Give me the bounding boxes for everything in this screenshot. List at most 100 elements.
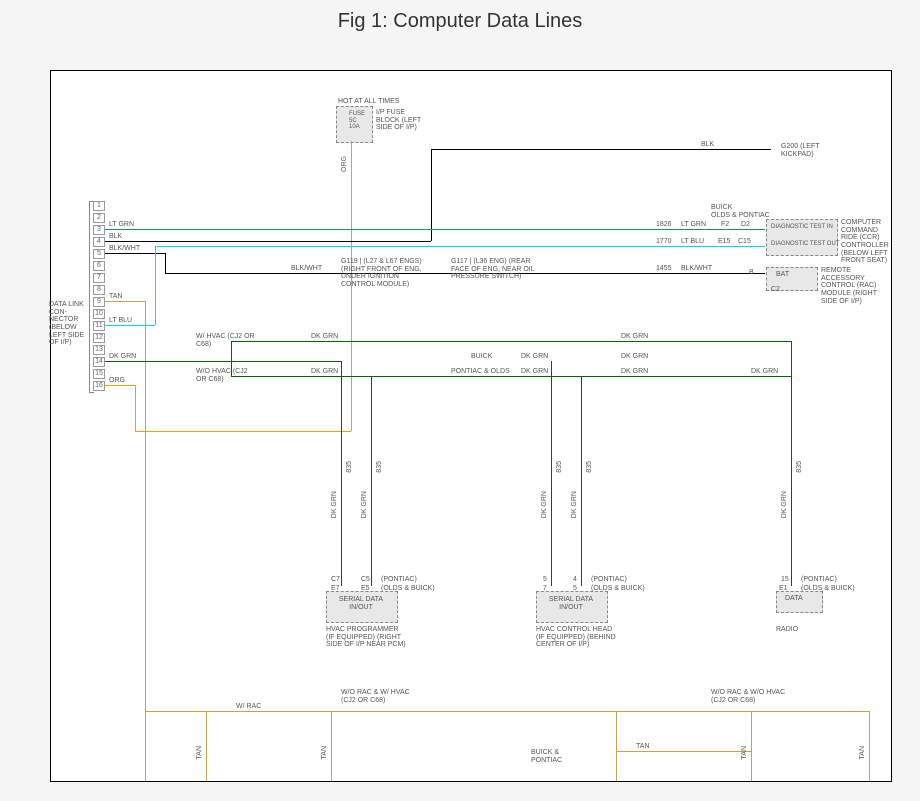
pin-c15: C15 xyxy=(738,238,751,246)
dlc-pin-13: 13 xyxy=(93,345,105,355)
dkgrn-m2: DK GRN xyxy=(521,368,548,376)
wire-ltblu xyxy=(105,325,155,326)
tan-hbot2 xyxy=(616,751,751,752)
ltgrn-lbl2: LT GRN xyxy=(681,221,706,229)
tan-vl1: TAN xyxy=(196,746,204,759)
dkgrn14-lbl: DK GRN xyxy=(109,353,136,361)
dlc-pin-15: 15 xyxy=(93,369,105,379)
hvac-head-lbl: HVAC CONTROL HEAD (IF EQUIPPED) (BEHIND … xyxy=(536,626,616,649)
wrac-lbl: W/ RAC xyxy=(236,703,261,711)
pin-15: 15 xyxy=(781,576,789,584)
dkgrn-m1: DK GRN xyxy=(521,353,548,361)
tan-hl: TAN xyxy=(636,743,649,751)
pin-5a: 5 xyxy=(543,576,547,584)
ltblu-lbl: LT BLU xyxy=(109,317,132,325)
pin-4: 4 xyxy=(573,576,577,584)
pontiac-2: (PONTIAC) xyxy=(591,576,627,584)
pontiac-1: (PONTIAC) xyxy=(381,576,417,584)
serial1: SERIAL DATA IN/OUT xyxy=(336,596,386,611)
dlc-pin-2: 2 xyxy=(93,213,105,223)
dlc-pin-11: 11 xyxy=(93,321,105,331)
pin-c7: C7 xyxy=(331,576,340,584)
dkgrn-vsplit xyxy=(231,341,232,376)
wire-blk4 xyxy=(105,241,431,242)
wire-tan9v xyxy=(145,301,146,781)
dkgrn-h1 xyxy=(231,341,791,342)
wire-tan9 xyxy=(105,301,145,302)
dkgrn-vl5: DK GRN xyxy=(781,491,789,518)
dkgrn-v4 xyxy=(581,376,582,586)
ccr-olds: OLDS & PONTIAC xyxy=(711,212,770,220)
code835-3: 835 xyxy=(556,461,564,473)
code-1770: 1770 xyxy=(656,238,672,246)
dkgrn-h3-lbl: DK GRN xyxy=(311,368,338,376)
ccr-testin: DIAGNOSTIC TEST IN xyxy=(771,224,833,231)
dkgrn-v1 xyxy=(341,361,342,586)
tan-v5 xyxy=(869,711,870,781)
wire-ltgrn xyxy=(105,229,765,230)
wire-ltblu-h xyxy=(155,246,765,247)
g119-lbl: G119 | (L27 & L67 ENGS) (RIGHT FRONT OF … xyxy=(341,258,431,289)
dkgrn-vl4: DK GRN xyxy=(571,491,579,518)
wire-bw5 xyxy=(105,253,165,254)
wire-bw5v xyxy=(165,253,166,273)
dkgrn-v2 xyxy=(371,376,372,586)
dkgrn-h3 xyxy=(231,376,791,377)
radio-lbl: RADIO xyxy=(776,626,798,634)
g200-lbl: G200 (LEFT KICKPAD) xyxy=(781,143,841,158)
dkgrn-r4: DK GRN xyxy=(751,368,778,376)
dlc-pin-8: 8 xyxy=(93,285,105,295)
dlc-pin-4: 4 xyxy=(93,237,105,247)
serial2: SERIAL DATA IN/OUT xyxy=(546,596,596,611)
bw5-lbl2: BLK/WHT xyxy=(291,265,322,273)
code835-2: 835 xyxy=(376,461,384,473)
rac-bat: BAT xyxy=(776,271,789,279)
wire-dkgrn14 xyxy=(105,361,231,362)
dlc-pin-12: 12 xyxy=(93,333,105,343)
ccr-buick: BUICK xyxy=(711,204,732,212)
pin-f2: F2 xyxy=(721,221,729,229)
dlc-pin-10: 10 xyxy=(93,309,105,319)
dlc-pin-5: 5 xyxy=(93,249,105,259)
pontiac-mid: PONTIAC & OLDS xyxy=(451,368,510,376)
dlc-pin-7: 7 xyxy=(93,273,105,283)
dkgrn-v5 xyxy=(791,376,792,586)
worac-wohvac-lbl: W/O RAC & W/O HVAC (CJ2 OR C68) xyxy=(711,689,791,704)
dlc-label: DATA LINK CON-NECTOR (BELOW LEFT SIDE OF… xyxy=(49,301,91,347)
pin-e15: E15 xyxy=(718,238,730,246)
dlc-pin-9: 9 xyxy=(93,297,105,307)
dkgrn-r2: DK GRN xyxy=(621,353,648,361)
ltblu-lbl2: LT BLU xyxy=(681,238,704,246)
dkgrn-r1: DK GRN xyxy=(621,333,648,341)
tan9-lbl: TAN xyxy=(109,293,122,301)
data-lbl: DATA xyxy=(785,595,803,603)
blk-lbl: BLK xyxy=(701,141,714,149)
blk4-lbl: BLK xyxy=(109,233,122,241)
tan-v1 xyxy=(206,711,207,781)
code835-1: 835 xyxy=(346,461,354,473)
bw5-lbl: BLK/WHT xyxy=(109,245,140,253)
wire-ltblu-v xyxy=(155,246,156,325)
wire-org16v xyxy=(135,385,136,431)
fuse-desc: I/P FUSE BLOCK (LEFT SIDE OF I/P) xyxy=(376,109,426,132)
rac-desc: REMOTE ACCESSORY CONTROL (RAC) MODULE (R… xyxy=(821,267,881,305)
tan-v4 xyxy=(751,711,752,781)
dkgrn-vl3: DK GRN xyxy=(541,491,549,518)
dlc-brace xyxy=(89,201,94,393)
tan-vl4: TAN xyxy=(859,746,867,759)
pin-b: B xyxy=(749,269,754,277)
dlc-pin-6: 6 xyxy=(93,261,105,271)
wire-org16h xyxy=(135,431,351,432)
fuse-label: FUSE 5C 10A xyxy=(349,111,365,131)
worac-whvac-lbl: W/O RAC & W/ HVAC (CJ2 OR C68) xyxy=(341,689,421,704)
hvac-prog-lbl: HVAC PROGRAMMER (IF EQUIPPED) (RIGHT SID… xyxy=(326,626,406,649)
tan-hbot xyxy=(145,711,870,712)
dlc-pin-1: 1 xyxy=(93,201,105,211)
buick-mid: BUICK xyxy=(471,353,492,361)
tan-v2 xyxy=(331,711,332,781)
buick-pontiac-lbl: BUICK & PONTIAC xyxy=(531,749,581,764)
wire-blk-topv xyxy=(431,149,432,241)
org16-lbl: ORG xyxy=(109,377,125,385)
code835-4: 835 xyxy=(586,461,594,473)
dkgrn-vsplit2 xyxy=(791,341,792,376)
